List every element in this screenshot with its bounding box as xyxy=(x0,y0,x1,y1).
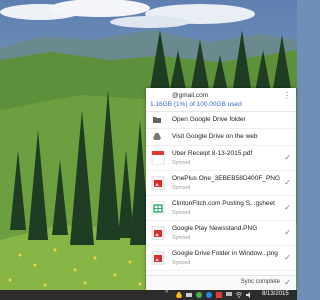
drive-tray-icon[interactable] xyxy=(176,292,182,298)
pdf-file-icon xyxy=(151,151,165,165)
check-icon: ✓ xyxy=(284,153,291,162)
file-row[interactable]: ClintonFitch.com Posting S...gsheet Sync… xyxy=(146,196,296,221)
storage-usage: 1.16GB (1%) of 100.00GB used xyxy=(150,101,242,108)
menu-item-label: Visit Google Drive on the web xyxy=(172,133,258,140)
image-file-icon xyxy=(151,226,165,240)
account-email: @gmail.com xyxy=(172,92,209,99)
app-tray-icon[interactable] xyxy=(216,292,222,298)
folder-icon xyxy=(153,117,161,123)
account-header: @gmail.com 1.16GB (1%) of 100.00GB used … xyxy=(146,88,296,112)
network-icon[interactable] xyxy=(186,292,192,298)
check-icon: ✓ xyxy=(284,228,291,237)
google-drive-popup: @gmail.com 1.16GB (1%) of 100.00GB used … xyxy=(146,88,296,290)
check-icon: ✓ xyxy=(284,178,291,187)
taskbar: ^ 8/13/2015 xyxy=(0,290,297,300)
sheet-file-icon xyxy=(151,201,165,215)
file-status: Synced xyxy=(172,260,191,266)
file-row[interactable]: OnePlus One_3EBEB58D400F_PNG Synced ✓ xyxy=(146,171,296,196)
file-row[interactable]: Google Drive Folder in Window...png Sync… xyxy=(146,246,296,271)
taskbar-date[interactable]: 8/13/2015 xyxy=(262,291,289,297)
image-file-icon xyxy=(151,251,165,265)
drive-icon xyxy=(153,133,161,140)
app-tray-icon[interactable] xyxy=(196,292,202,298)
wifi-icon[interactable] xyxy=(236,292,242,298)
check-icon: ✓ xyxy=(284,203,291,212)
more-vert-icon[interactable]: ⋮ xyxy=(283,92,291,100)
visit-drive-web-item[interactable]: Visit Google Drive on the web xyxy=(146,129,296,146)
file-name: OnePlus One_3EBEB58D400F_PNG xyxy=(172,175,281,182)
file-status: Synced xyxy=(172,210,191,216)
file-status: Synced xyxy=(172,235,191,241)
image-file-icon xyxy=(151,176,165,190)
file-name: Google Play Newsstand.PNG xyxy=(172,225,258,232)
chevron-up-icon[interactable]: ^ xyxy=(165,290,168,297)
sync-status-bar: Sync complete ✓ xyxy=(146,275,296,290)
file-row[interactable]: Google Play Newsstand.PNG Synced ✓ xyxy=(146,221,296,246)
open-drive-folder-item[interactable]: Open Google Drive folder xyxy=(146,112,296,129)
app-tray-icon[interactable] xyxy=(206,292,212,298)
volume-icon[interactable] xyxy=(246,292,252,298)
file-name: Google Drive Folder in Window...png xyxy=(172,250,278,257)
file-name: ClintonFitch.com Posting S...gsheet xyxy=(172,200,275,207)
sync-status-text: Sync complete xyxy=(240,279,280,285)
file-status: Synced xyxy=(172,185,191,191)
file-status: Synced xyxy=(172,160,191,166)
check-icon: ✓ xyxy=(284,278,291,287)
file-row[interactable]: Uber Receipt 8-13-2015.pdf Synced ✓ xyxy=(146,146,296,171)
check-icon: ✓ xyxy=(284,253,291,262)
monitor-icon[interactable] xyxy=(226,292,232,298)
file-name: Uber Receipt 8-13-2015.pdf xyxy=(172,150,253,157)
menu-item-label: Open Google Drive folder xyxy=(172,116,246,123)
